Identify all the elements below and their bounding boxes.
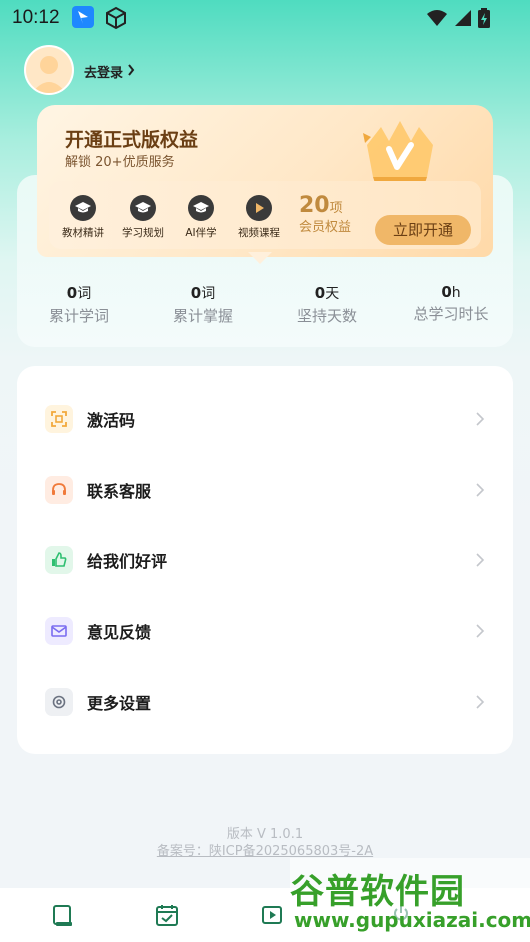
stat-words-learned: 0词 累计学词 bbox=[17, 283, 141, 326]
stat-label: 累计掌握 bbox=[172, 307, 233, 325]
watermark-sub: www.gupuxiazai.com bbox=[294, 908, 530, 932]
stat-words-mastered: 0词 累计掌握 bbox=[141, 283, 265, 326]
benefit-count-unit: 项 bbox=[329, 201, 343, 216]
stat-study-hours: 0h 总学习时长 bbox=[389, 283, 513, 326]
chevron-right-icon bbox=[475, 411, 485, 427]
battery-icon bbox=[478, 8, 490, 32]
box-icon bbox=[104, 6, 128, 30]
stat-value: 0 bbox=[190, 284, 202, 302]
stat-value: 0 bbox=[314, 284, 326, 302]
icp-link[interactable]: 备案号：陕ICP备2025065803号-2A bbox=[0, 840, 530, 859]
feedback-mail-icon bbox=[45, 617, 73, 645]
stat-streak-days: 0天 坚持天数 bbox=[265, 283, 389, 326]
chevron-right-icon bbox=[475, 552, 485, 568]
stats-row: 0词 累计学词 0词 累计掌握 0天 坚持天数 0h 总学习时长 bbox=[17, 283, 513, 326]
play-icon bbox=[246, 195, 272, 221]
thumbs-up-icon bbox=[45, 546, 73, 574]
vip-card[interactable]: 开通正式版权益 解锁 20+优质服务 教材精讲 学习规划 AI伴学 视频课程 2… bbox=[37, 105, 493, 257]
stat-value: 0 bbox=[441, 283, 452, 301]
signal-icon bbox=[454, 9, 472, 31]
menu-label: 激活码 bbox=[87, 411, 136, 430]
chevron-right-icon bbox=[475, 623, 485, 639]
benefit-count: 20项 会员权益 bbox=[299, 193, 351, 235]
benefit-label: 教材精讲 bbox=[62, 227, 104, 239]
graduation-cap-icon bbox=[130, 195, 156, 221]
vip-benefits-panel: 教材精讲 学习规划 AI伴学 视频课程 20项 会员权益 立即开通 bbox=[49, 181, 481, 249]
menu-label: 意见反馈 bbox=[87, 623, 152, 642]
watermark: 谷普软件园 www.gupuxiazai.com bbox=[290, 858, 530, 942]
menu-label: 更多设置 bbox=[87, 694, 152, 713]
vip-subtitle: 解锁 20+优质服务 bbox=[65, 155, 175, 170]
avatar[interactable] bbox=[24, 45, 74, 95]
stat-unit: 词 bbox=[77, 286, 92, 302]
benefit-textbook[interactable]: 教材精讲 bbox=[53, 195, 113, 240]
menu-card: 激活码 联系客服 给我们好评 意见反馈 更多设置 bbox=[17, 366, 513, 754]
menu-item-feedback[interactable]: 意见反馈 bbox=[17, 601, 513, 661]
vip-crown-icon bbox=[355, 115, 445, 185]
stat-unit: 词 bbox=[201, 286, 216, 302]
benefit-count-label: 会员权益 bbox=[299, 220, 352, 235]
menu-label: 联系客服 bbox=[87, 482, 152, 501]
gear-icon bbox=[45, 688, 73, 716]
menu-item-customer-service[interactable]: 联系客服 bbox=[17, 460, 513, 520]
calendar-check-icon[interactable] bbox=[156, 904, 180, 928]
stat-label: 累计学词 bbox=[48, 307, 109, 325]
benefit-video-course[interactable]: 视频课程 bbox=[229, 195, 289, 240]
benefit-study-plan[interactable]: 学习规划 bbox=[113, 195, 173, 240]
chevron-right-icon bbox=[475, 482, 485, 498]
menu-label: 给我们好评 bbox=[87, 552, 168, 571]
menu-item-more-settings[interactable]: 更多设置 bbox=[17, 672, 513, 732]
login-label: 去登录 bbox=[84, 66, 124, 81]
stat-label: 坚持天数 bbox=[296, 307, 357, 325]
benefit-count-number: 20 bbox=[299, 193, 330, 218]
benefit-ai-companion[interactable]: AI伴学 bbox=[171, 195, 231, 240]
menu-item-rate-us[interactable]: 给我们好评 bbox=[17, 530, 513, 590]
graduation-cap-icon bbox=[70, 195, 96, 221]
app-notification-icon bbox=[72, 6, 94, 28]
benefit-label: 学习规划 bbox=[122, 227, 164, 239]
stat-unit: h bbox=[451, 285, 461, 301]
stat-unit: 天 bbox=[325, 286, 340, 302]
benefit-label: 视频课程 bbox=[238, 227, 280, 239]
menu-item-activation-code[interactable]: 激活码 bbox=[17, 389, 513, 449]
graduation-cap-icon bbox=[188, 195, 214, 221]
wifi-icon bbox=[426, 9, 448, 31]
watermark-main: 谷普软件园 bbox=[290, 872, 465, 912]
stat-value: 0 bbox=[66, 284, 78, 302]
benefit-label: AI伴学 bbox=[185, 227, 217, 239]
open-vip-button[interactable]: 立即开通 bbox=[375, 215, 471, 245]
scan-code-icon bbox=[45, 405, 73, 433]
status-bar: 10:12 bbox=[0, 0, 530, 36]
video-icon[interactable] bbox=[262, 904, 286, 928]
status-time: 10:12 bbox=[12, 7, 60, 28]
login-link[interactable]: 去登录 bbox=[84, 62, 135, 81]
headset-icon bbox=[45, 476, 73, 504]
book-icon[interactable] bbox=[52, 904, 76, 928]
stat-label: 总学习时长 bbox=[413, 305, 489, 323]
vip-title: 开通正式版权益 bbox=[65, 129, 199, 151]
chevron-right-icon bbox=[475, 694, 485, 710]
chevron-right-icon bbox=[127, 63, 135, 80]
